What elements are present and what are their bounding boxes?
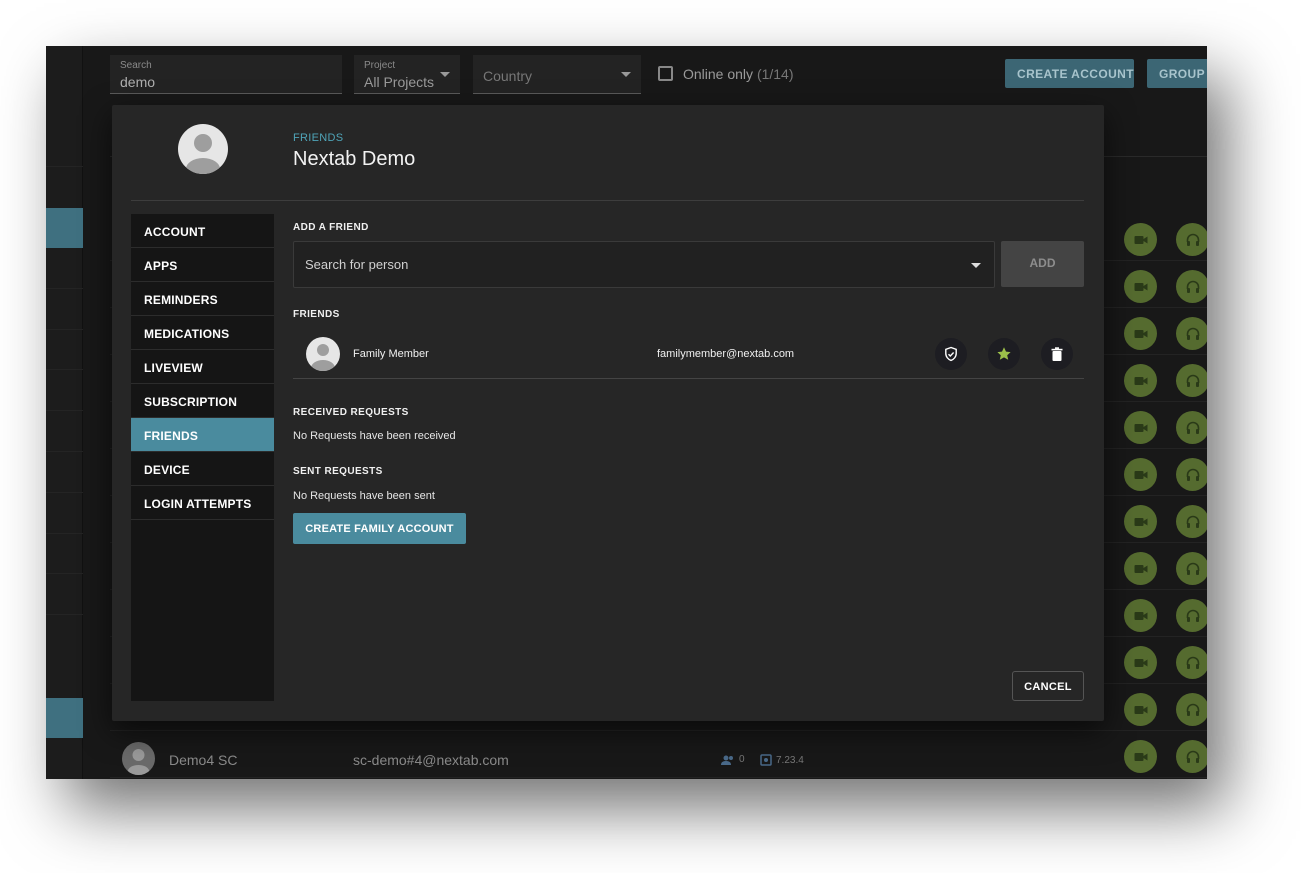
add-friend-heading: ADD A FRIEND (293, 222, 369, 233)
sidebar-divider (46, 329, 83, 330)
headset-icon[interactable] (1176, 646, 1207, 679)
chevron-down-icon (440, 72, 450, 77)
people-icon (721, 755, 733, 765)
sidebar-divider (46, 410, 83, 411)
sidebar-divider (46, 573, 83, 574)
nav-item-medications[interactable]: MEDICATIONS (131, 316, 274, 350)
nav-item-device[interactable]: DEVICE (131, 452, 274, 486)
friend-name: Family Member (353, 348, 429, 360)
project-select-value: All Projects (364, 74, 435, 90)
friends-heading: FRIENDS (293, 309, 340, 320)
project-select[interactable]: Project All Projects (354, 55, 460, 94)
search-person-placeholder: Search for person (305, 257, 409, 272)
online-only-label: Online only (1/14) (683, 66, 794, 82)
user-email: sc-demo#4@nextab.com (353, 752, 509, 768)
create-account-button[interactable]: CREATE ACCOUNT (1005, 59, 1134, 88)
sent-requests-empty: No Requests have been sent (293, 490, 435, 502)
video-call-icon[interactable] (1124, 317, 1157, 350)
video-call-icon[interactable] (1124, 693, 1157, 726)
video-call-icon[interactable] (1124, 364, 1157, 397)
nav-item-liveview[interactable]: LIVEVIEW (131, 350, 274, 384)
left-sidebar (46, 46, 83, 779)
country-select-placeholder: Country (483, 68, 533, 84)
nav-item-subscription[interactable]: SUBSCRIPTION (131, 384, 274, 418)
trash-icon[interactable] (1041, 338, 1073, 370)
friend-email: familymember@nextab.com (657, 348, 795, 360)
nav-item-apps[interactable]: APPS (131, 248, 274, 282)
headset-icon[interactable] (1176, 599, 1207, 632)
video-call-icon[interactable] (1124, 552, 1157, 585)
video-call-icon[interactable] (1124, 270, 1157, 303)
app-window: Search demo Project All Projects Country… (46, 46, 1207, 779)
received-requests-empty: No Requests have been received (293, 430, 456, 442)
country-select[interactable]: Country (473, 55, 641, 94)
search-field[interactable]: Search demo (110, 55, 342, 94)
video-call-icon[interactable] (1124, 505, 1157, 538)
sidebar-divider (46, 288, 83, 289)
sidebar-selected-item[interactable] (46, 208, 83, 248)
header-divider (131, 200, 1084, 201)
sidebar-divider (46, 166, 83, 167)
headset-icon[interactable] (1176, 458, 1207, 491)
user-name: Demo4 SC (169, 752, 238, 768)
sent-requests-heading: SENT REQUESTS (293, 466, 383, 477)
video-call-icon[interactable] (1124, 411, 1157, 444)
shield-icon[interactable] (935, 338, 967, 370)
headset-icon[interactable] (1176, 740, 1207, 773)
cancel-button[interactable]: CANCEL (1012, 671, 1084, 701)
star-icon[interactable] (988, 338, 1020, 370)
sidebar-divider (46, 492, 83, 493)
headset-icon[interactable] (1176, 317, 1207, 350)
headset-icon[interactable] (1176, 270, 1207, 303)
headset-icon[interactable] (1176, 505, 1207, 538)
friend-row: Family Member familymember@nextab.com (293, 335, 1084, 379)
friends-dialog: FRIENDS Nextab Demo ACCOUNT APPS REMINDERS… (112, 105, 1104, 721)
nav-item-friends[interactable]: FRIENDS (131, 418, 274, 452)
sidebar-divider (46, 451, 83, 452)
video-call-icon[interactable] (1124, 458, 1157, 491)
project-select-label: Project (364, 60, 396, 71)
version-icon (760, 754, 772, 766)
received-requests-heading: RECEIVED REQUESTS (293, 407, 409, 418)
sidebar-selected-item[interactable] (46, 698, 83, 738)
headset-icon[interactable] (1176, 552, 1207, 585)
video-call-icon[interactable] (1124, 646, 1157, 679)
dialog-nav: ACCOUNT APPS REMINDERS MEDICATIONS LIVEVIEW S… (131, 214, 274, 701)
sidebar-divider (46, 614, 83, 615)
video-call-icon[interactable] (1124, 740, 1157, 773)
online-only-checkbox[interactable] (658, 66, 673, 81)
online-only-text: Online only (683, 66, 754, 82)
nav-item-login-attempts[interactable]: LOGIN ATTEMPTS (131, 486, 274, 520)
online-count: (1/14) (756, 66, 794, 82)
chevron-down-icon (971, 263, 981, 268)
app-version-value: 7.23.4 (776, 754, 804, 766)
video-call-icon[interactable] (1124, 223, 1157, 256)
user-name-title: Nextab Demo (293, 148, 416, 170)
friends-count-value: 0 (739, 754, 745, 765)
video-call-icon[interactable] (1124, 599, 1157, 632)
search-field-label: Search (120, 60, 152, 71)
friends-count: 0 (721, 754, 745, 765)
sidebar-divider (46, 369, 83, 370)
section-title: FRIENDS (293, 132, 344, 144)
headset-icon[interactable] (1176, 223, 1207, 256)
user-avatar (178, 124, 228, 174)
group-account-button[interactable]: GROUP A (1147, 59, 1207, 88)
search-field-value: demo (120, 74, 156, 90)
headset-icon[interactable] (1176, 693, 1207, 726)
add-friend-button[interactable]: ADD (1001, 241, 1084, 287)
nav-item-account[interactable]: ACCOUNT (131, 214, 274, 248)
headset-icon[interactable] (1176, 364, 1207, 397)
friends-panel: ADD A FRIEND Search for person ADD FRIEN… (293, 214, 1084, 701)
table-row[interactable]: Demo4 SC sc-demo#4@nextab.com 0 7.23.4 (110, 736, 1207, 779)
avatar (122, 742, 155, 775)
nav-item-reminders[interactable]: REMINDERS (131, 282, 274, 316)
search-person-select[interactable]: Search for person (293, 241, 995, 288)
friend-avatar (306, 337, 340, 371)
headset-icon[interactable] (1176, 411, 1207, 444)
create-family-account-button[interactable]: CREATE FAMILY ACCOUNT (293, 513, 466, 544)
app-version: 7.23.4 (760, 754, 804, 766)
chevron-down-icon (621, 72, 631, 77)
sidebar-divider (46, 533, 83, 534)
